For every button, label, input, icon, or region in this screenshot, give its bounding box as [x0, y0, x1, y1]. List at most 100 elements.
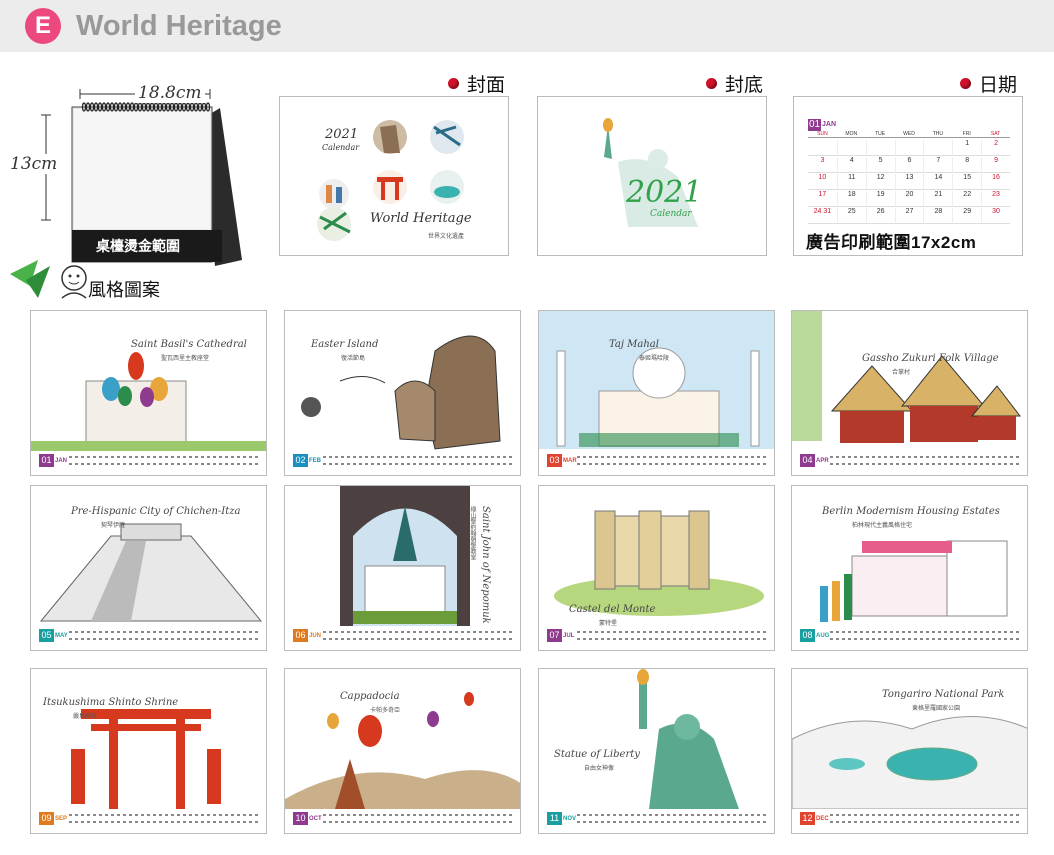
date-cell: 23	[981, 191, 1010, 207]
month-page-subtitle: 卡帕多奇亞	[370, 708, 401, 714]
weekday-header: SAT	[981, 131, 1010, 138]
month-page-subtitle: 合掌村	[892, 370, 911, 376]
date-cell: 29	[952, 208, 982, 224]
month-page-title: Saint Basil's Cathedral	[131, 339, 247, 350]
date-cell: 5	[865, 157, 895, 173]
back-calendar-word: Calendar	[650, 209, 692, 219]
back-year: 2021	[626, 175, 703, 210]
date-cell: 27	[894, 208, 924, 224]
month-date-strip: 08 AUG	[800, 629, 1022, 643]
date-row	[830, 629, 1020, 643]
month-page-title: Easter Island	[311, 339, 379, 350]
month-page-subtitle: 蒙特堡	[599, 621, 618, 627]
month-name: FEB	[309, 458, 321, 464]
month-page-subtitle: 綠山聖約翰朝聖教堂	[469, 506, 475, 560]
date-cell: 6	[894, 157, 924, 173]
month-page-subtitle: 東格里羅國家公園	[912, 706, 961, 712]
month-illustration	[285, 692, 520, 809]
date-cell	[836, 140, 866, 156]
month-illustration	[31, 352, 266, 451]
date-row	[830, 454, 1020, 468]
month-page-subtitle: 自由女神像	[584, 766, 615, 772]
month-name: APR	[816, 458, 829, 464]
date-cell	[865, 140, 895, 156]
date-cell: 11	[836, 174, 866, 190]
cover-circle-art	[317, 120, 464, 241]
month-number: 09	[39, 812, 54, 825]
back-panel: 2021 Calendar	[537, 96, 767, 256]
month-page-feb: Easter Island 復活節島 02 FEB	[284, 310, 521, 476]
date-cell: 3	[808, 157, 837, 173]
month-page-subtitle: 泰姬瑪哈陵	[639, 356, 670, 362]
cover-panel: 2021 Calendar World Heritage 世界文化遺產	[279, 96, 509, 256]
month-name: JUL	[563, 633, 575, 639]
section-badge: E	[25, 8, 61, 44]
month-page-subtitle: 柏林現代主義風格住宅	[852, 523, 913, 529]
month-name: OCT	[309, 816, 322, 822]
bullet-icon	[706, 78, 717, 89]
month-date-strip: 10 OCT	[293, 812, 515, 826]
month-illustration	[792, 311, 1022, 443]
month-number: 01	[39, 454, 54, 467]
weekday-header: WED	[894, 131, 924, 138]
date-row	[323, 812, 513, 826]
date-cell: 24 31	[808, 208, 837, 224]
date-cell: 30	[981, 208, 1010, 224]
month-page-title: Berlin Modernism Housing Estates	[822, 506, 1000, 517]
month-page-title: Saint John of Nepomuk	[480, 506, 491, 624]
month-date-strip: 07 JUL	[547, 629, 769, 643]
month-date-strip: 04 APR	[800, 454, 1022, 468]
date-cell: 1	[952, 140, 982, 156]
month-name: JUN	[309, 633, 322, 639]
month-date-strip: 03 MAR	[547, 454, 769, 468]
month-illustration	[71, 709, 221, 809]
date-grid: SUN MON TUE WED THU FRI SAT 1 2 3 4 5 6 7 8 9 10 11 12 13 14…	[808, 131, 1010, 224]
month-number: 07	[547, 629, 562, 642]
month-page-title: Itsukushima Shinto Shrine	[43, 697, 179, 708]
weekday-header: SUN	[808, 131, 837, 138]
date-cell: 15	[952, 174, 982, 190]
month-date-strip: 05 MAY	[39, 629, 261, 643]
imprint-area-label: 桌檯燙金範圍	[96, 238, 180, 254]
month-name: MAR	[563, 458, 577, 464]
date-cell	[894, 140, 924, 156]
month-page-oct: Cappadocia 卡帕多奇亞 10 OCT	[284, 668, 521, 834]
month-number: 04	[800, 454, 815, 467]
month-date-strip: 06 JUN	[293, 629, 515, 643]
date-cell: 9	[981, 157, 1010, 173]
month-illustration	[637, 669, 739, 809]
style-section-icon	[10, 260, 87, 299]
date-cell: 17	[808, 191, 837, 207]
date-cell: 8	[952, 157, 982, 173]
date-cell: 21	[923, 191, 953, 207]
month-page-subtitle: 聖瓦西里主教座堂	[161, 356, 210, 362]
month-date-strip: 11 NOV	[547, 812, 769, 826]
month-page-title: Pre-Hispanic City of Chichen-Itza	[71, 506, 241, 517]
date-row	[577, 629, 767, 643]
date-cell: 13	[894, 174, 924, 190]
date-label: 日期	[960, 70, 1017, 97]
date-row	[323, 629, 513, 643]
date-cell: 4	[836, 157, 866, 173]
date-month-name: JAN	[822, 121, 837, 128]
month-page-subtitle: 契琴伊薩	[101, 523, 126, 529]
date-cell: 19	[865, 191, 895, 207]
month-number: 03	[547, 454, 562, 467]
width-dimension: 18.8cm	[135, 83, 205, 103]
date-month-number: 01	[808, 119, 821, 131]
page-title: World Heritage	[76, 10, 282, 42]
month-number: 02	[293, 454, 308, 467]
month-page-jun: Saint John of Nepomuk 綠山聖約翰朝聖教堂 06 JUN	[284, 485, 521, 651]
month-name: MAY	[55, 633, 68, 639]
month-page-title: Gassho Zukuri Folk Village	[862, 353, 999, 364]
cover-heritage-cn: 世界文化遺產	[428, 234, 465, 240]
bullet-icon	[960, 78, 971, 89]
month-page-jul: Castel del Monte 蒙特堡 07 JUL	[538, 485, 775, 651]
month-page-dec: Tongariro National Park 東格里羅國家公園 12 DEC	[791, 668, 1028, 834]
month-page-title: Tongariro National Park	[882, 689, 1005, 700]
date-cell: 28	[923, 208, 953, 224]
month-name: AUG	[816, 633, 830, 639]
height-dimension: 13cm	[10, 154, 58, 174]
date-cell: 20	[894, 191, 924, 207]
date-panel: 01 JAN SUN MON TUE WED THU FRI SAT 1 2 3 4 5 6 7 8 9 10 1…	[793, 96, 1023, 256]
